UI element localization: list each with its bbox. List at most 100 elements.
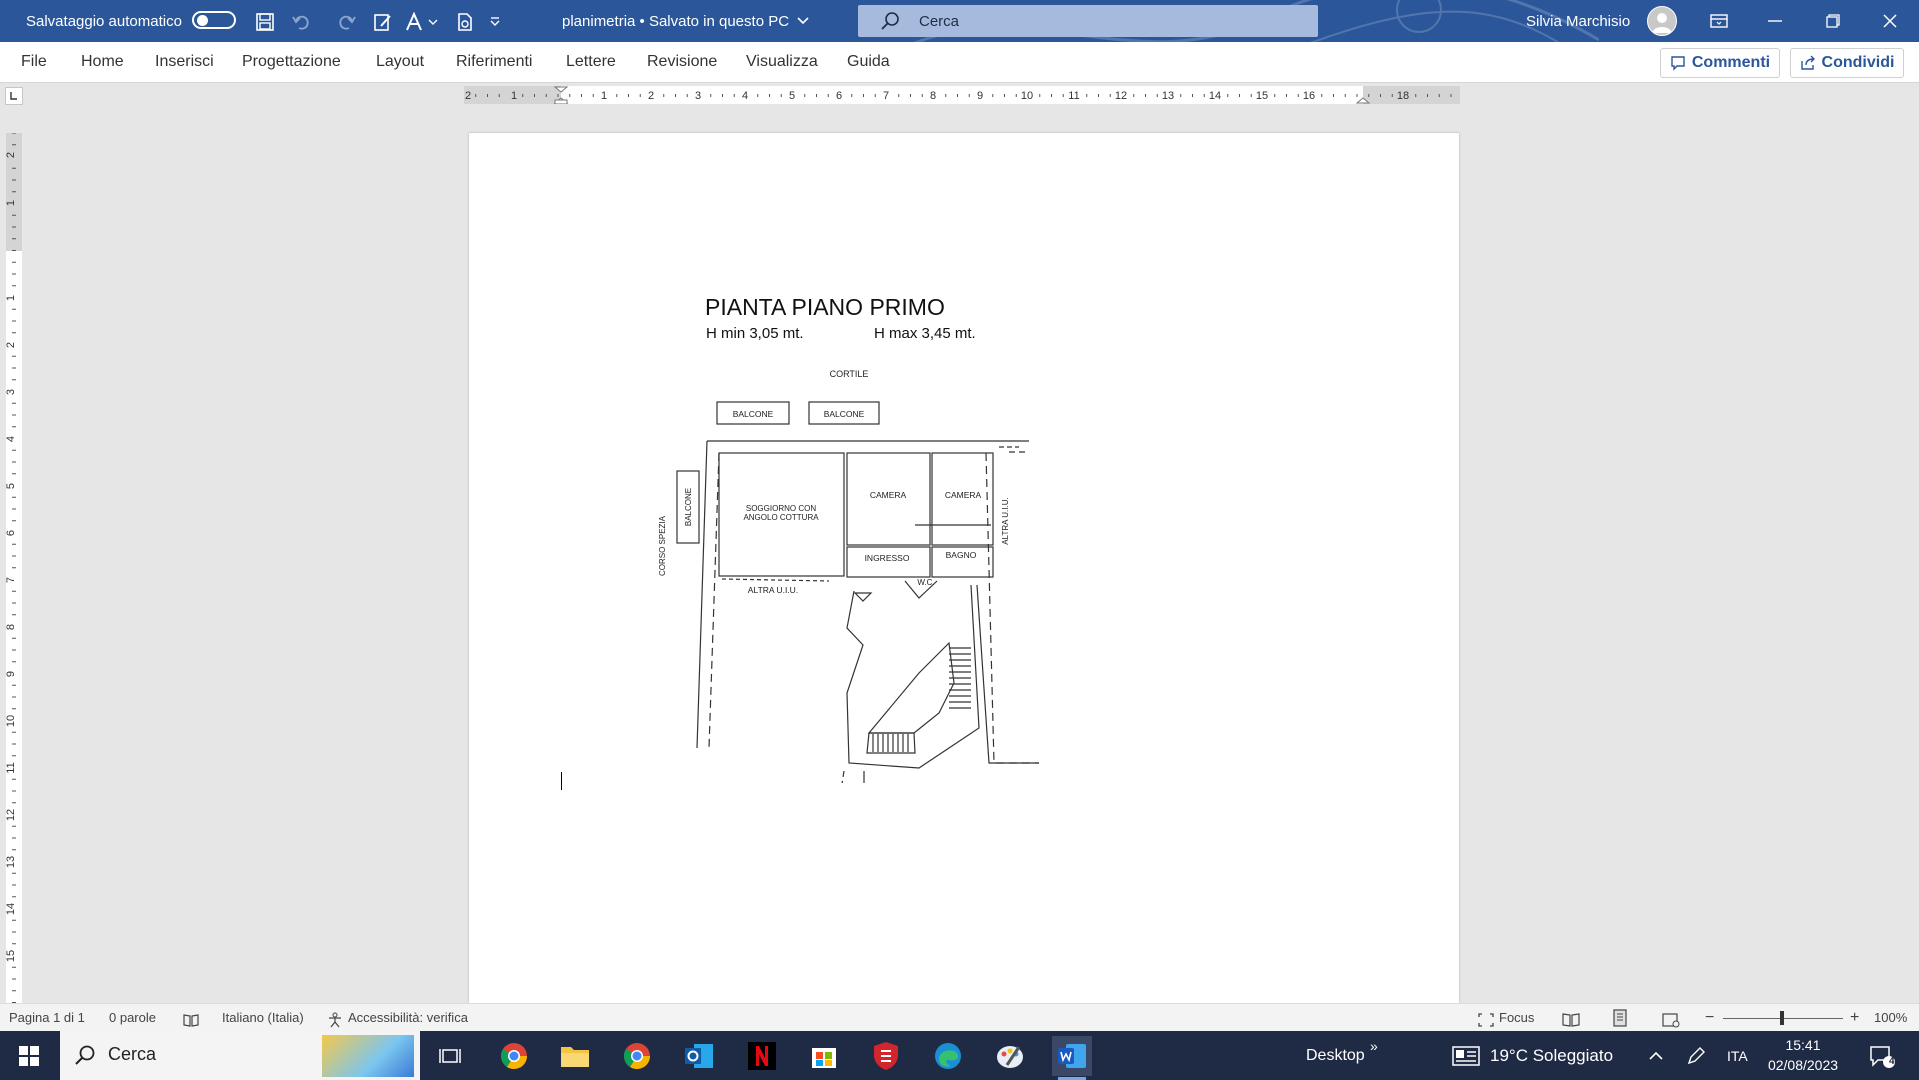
font-style-icon[interactable] xyxy=(404,11,426,33)
microsoft-store-icon[interactable] xyxy=(804,1036,844,1076)
accessibility-icon xyxy=(327,1010,343,1028)
file-explorer-icon[interactable] xyxy=(555,1036,595,1076)
document-title[interactable]: planimetria • Salvato in questo PC xyxy=(562,0,809,42)
windows-logo-icon xyxy=(19,1045,39,1066)
tab-help[interactable]: Guida xyxy=(847,42,890,82)
comment-icon xyxy=(1671,56,1685,71)
label-balcone-1: BALCONE xyxy=(733,409,774,419)
horizontal-ruler[interactable]: 2 1 1 2 3 4 5 6 7 8 9 10 11 12 13 14 15 16 18 xyxy=(464,86,1460,104)
tab-selector[interactable] xyxy=(5,87,23,105)
web-layout-icon[interactable] xyxy=(1662,1010,1680,1028)
tab-review[interactable]: Revisione xyxy=(647,42,717,82)
save-icon[interactable] xyxy=(254,11,276,33)
search-icon xyxy=(75,1045,95,1065)
print-layout-icon[interactable] xyxy=(1612,1009,1628,1027)
redo-icon[interactable] xyxy=(336,11,358,33)
chrome-profile-icon[interactable] xyxy=(617,1036,657,1076)
ruler-number: 16 xyxy=(1303,90,1315,102)
accessibility-status[interactable]: Accessibilità: verifica xyxy=(348,1004,468,1032)
outlook-icon[interactable] xyxy=(679,1036,719,1076)
tab-file[interactable]: File xyxy=(21,42,47,82)
taskbar-search[interactable]: Cerca xyxy=(60,1031,420,1080)
language-status[interactable]: Italiano (Italia) xyxy=(222,1004,304,1032)
ruler-number: 8 xyxy=(6,624,17,630)
zoom-level[interactable]: 100% xyxy=(1874,1004,1907,1032)
proofing-icon[interactable] xyxy=(183,1010,199,1027)
comments-button[interactable]: Commenti xyxy=(1660,48,1780,78)
floor-plan-drawing[interactable]: CORTILE BALCONE BALCONE BALCONE SOGGIORN… xyxy=(619,353,1039,783)
word-count[interactable]: 0 parole xyxy=(109,1004,156,1032)
read-mode-icon[interactable] xyxy=(1562,1010,1580,1027)
label-camera-1: CAMERA xyxy=(870,490,907,500)
share-button[interactable]: Condividi xyxy=(1790,48,1904,78)
search-box[interactable]: Cerca xyxy=(858,5,1318,37)
ruler-number: 5 xyxy=(6,483,17,489)
ruler-number: 14 xyxy=(1209,90,1221,102)
netflix-icon[interactable] xyxy=(742,1036,782,1076)
tab-layout[interactable]: Layout xyxy=(376,42,424,82)
edge-icon[interactable] xyxy=(928,1036,968,1076)
focus-icon xyxy=(1477,1010,1495,1027)
text-cursor xyxy=(561,772,562,790)
plan-title: PIANTA PIANO PRIMO xyxy=(705,294,945,320)
restore-icon[interactable] xyxy=(1804,0,1862,42)
taskbar-search-placeholder: Cerca xyxy=(108,1044,157,1064)
input-language[interactable]: ITA xyxy=(1727,1031,1748,1080)
clock[interactable]: 15:41 02/08/2023 xyxy=(1760,1035,1846,1075)
document-page[interactable]: PIANTA PIANO PRIMO H min 3,05 mt. H max … xyxy=(469,133,1459,1003)
autosave-toggle[interactable] xyxy=(192,11,236,29)
ruler-number: 6 xyxy=(836,90,842,102)
chevron-down-icon[interactable] xyxy=(426,11,440,33)
label-altra-uiu-right: ALTRA U.I.U. xyxy=(1001,497,1010,544)
comments-label: Commenti xyxy=(1691,54,1771,71)
label-altra-uiu-bottom: ALTRA U.I.U. xyxy=(748,585,798,595)
ruler-number: 1 xyxy=(601,90,607,102)
minimize-icon[interactable] xyxy=(1746,0,1804,42)
user-name[interactable]: Silvia Marchisio xyxy=(1526,0,1630,42)
ruler-number: 1 xyxy=(511,90,517,102)
weather-status[interactable]: 19°C Soleggiato xyxy=(1490,1031,1613,1080)
avatar[interactable] xyxy=(1647,6,1677,36)
zoom-slider-thumb[interactable] xyxy=(1780,1011,1784,1025)
tab-design[interactable]: Progettazione xyxy=(242,42,341,82)
weather-icon[interactable] xyxy=(1446,1036,1486,1076)
customize-toolbar-icon[interactable] xyxy=(488,11,502,33)
tab-mailings[interactable]: Lettere xyxy=(566,42,616,82)
task-view-icon[interactable] xyxy=(430,1036,470,1076)
start-button[interactable] xyxy=(0,1031,58,1080)
chevron-right-icon[interactable]: » xyxy=(1370,1021,1378,1070)
label-camera-2: CAMERA xyxy=(945,490,982,500)
print-preview-icon[interactable] xyxy=(454,11,476,33)
ruler-number: 11 xyxy=(6,762,17,773)
tab-insert[interactable]: Inserisci xyxy=(155,42,214,82)
tab-references[interactable]: Riferimenti xyxy=(456,42,532,82)
undo-icon[interactable] xyxy=(290,11,312,33)
close-icon[interactable] xyxy=(1861,0,1919,42)
notifications-icon[interactable]: 4 xyxy=(1862,1036,1902,1076)
taskbar: Cerca Desktop » 19°C Soleggiato ITA 15:4… xyxy=(0,1031,1919,1080)
paint-icon[interactable] xyxy=(990,1036,1030,1076)
clock-date: 02/08/2023 xyxy=(1767,1057,1839,1073)
ribbon-display-options-icon[interactable] xyxy=(1690,0,1748,42)
chrome-icon[interactable] xyxy=(494,1036,534,1076)
tab-home[interactable]: Home xyxy=(81,42,124,82)
zoom-out-icon[interactable]: − xyxy=(1705,1004,1714,1032)
desktop-toolbar-label[interactable]: Desktop xyxy=(1306,1031,1365,1080)
page-count[interactable]: Pagina 1 di 1 xyxy=(9,1004,85,1032)
vertical-ruler[interactable]: 21123456789101112131415 xyxy=(6,133,22,1003)
security-app-icon[interactable] xyxy=(866,1036,906,1076)
ruler-number: 6 xyxy=(6,530,17,536)
focus-button[interactable]: Focus xyxy=(1499,1004,1534,1032)
tab-view[interactable]: Visualizza xyxy=(746,42,818,82)
edit-document-icon[interactable] xyxy=(372,11,394,33)
pen-icon[interactable] xyxy=(1680,1036,1712,1076)
label-soggiorno-1: SOGGIORNO CON xyxy=(746,504,816,513)
word-icon[interactable] xyxy=(1052,1036,1092,1080)
ruler-number: 13 xyxy=(6,856,17,868)
zoom-in-icon[interactable]: + xyxy=(1850,1004,1859,1032)
label-balcone-2: BALCONE xyxy=(824,409,865,419)
label-corso-spezia: CORSO SPEZIA xyxy=(658,515,667,576)
chevron-up-icon[interactable] xyxy=(1641,1036,1671,1076)
ruler-number: 9 xyxy=(977,90,983,102)
ruler-number: 10 xyxy=(6,715,17,727)
